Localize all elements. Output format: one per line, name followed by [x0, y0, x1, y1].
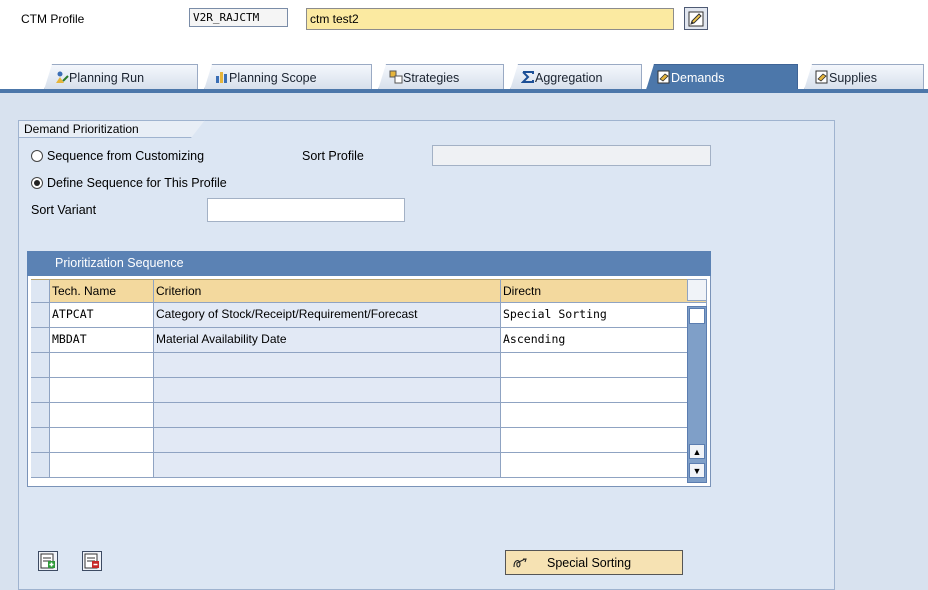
scroll-up-button[interactable]: ▲: [689, 444, 705, 459]
ctm-profile-code-field[interactable]: V2R_RAJCTM: [189, 8, 288, 27]
table-cell-criterion: [154, 428, 501, 453]
row-selector[interactable]: [31, 328, 50, 353]
delete-row-icon: [84, 553, 99, 569]
radio-define-sequence-label: Define Sequence for This Profile: [47, 176, 227, 190]
demands-icon: [657, 70, 670, 84]
table-cell-criterion: Material Availability Date: [154, 328, 501, 353]
table-cell-criterion: Category of Stock/Receipt/Requirement/Fo…: [154, 303, 501, 328]
direction-value: Special Sorting: [503, 307, 607, 321]
tab-strategies[interactable]: Strategies: [378, 64, 504, 90]
row-selector[interactable]: [31, 428, 50, 453]
column-header-criterion[interactable]: Criterion: [154, 279, 501, 303]
sort-profile-field[interactable]: [432, 145, 711, 166]
insert-row-icon: [40, 553, 55, 569]
row-selector[interactable]: [31, 453, 50, 478]
tab-demands[interactable]: Demands: [646, 64, 798, 90]
tab-planning-scope[interactable]: Planning Scope: [204, 64, 372, 90]
table-cell-tech-name[interactable]: [50, 453, 154, 478]
row-selector[interactable]: [31, 403, 50, 428]
ctm-profile-description-field[interactable]: ctm test2: [306, 8, 674, 30]
radio-sequence-customizing-label: Sequence from Customizing: [47, 149, 205, 163]
tab-supplies[interactable]: Supplies: [804, 64, 924, 90]
row-selector[interactable]: [31, 303, 50, 328]
sort-variant-field[interactable]: [207, 198, 405, 222]
table-cell-tech-name[interactable]: [50, 353, 154, 378]
tab-label: Supplies: [829, 70, 877, 85]
table-cell-criterion: [154, 378, 501, 403]
table-vertical-scrollbar[interactable]: ▲ ▼: [687, 306, 707, 483]
tab-label: Demands: [671, 70, 725, 85]
table-cell-direction[interactable]: [501, 428, 707, 453]
table-cell-direction[interactable]: [501, 378, 707, 403]
table-cell-tech-name[interactable]: [50, 378, 154, 403]
sort-variant-label: Sort Variant: [31, 203, 97, 217]
tab-label: Aggregation: [535, 70, 603, 85]
table-cell-direction[interactable]: [501, 453, 707, 478]
insert-row-button[interactable]: [38, 551, 58, 571]
tab-label: Planning Scope: [229, 70, 317, 85]
table-cell-direction[interactable]: [501, 353, 707, 378]
table-cell-criterion: [154, 403, 501, 428]
scroll-down-button[interactable]: ▼: [689, 463, 705, 478]
radio-define-sequence[interactable]: [31, 177, 43, 189]
delete-row-button[interactable]: [82, 551, 102, 571]
tab-aggregation[interactable]: Aggregation: [510, 64, 642, 90]
table-cell-direction[interactable]: [501, 403, 707, 428]
column-header-tech-name[interactable]: Tech. Name: [50, 279, 154, 303]
table-cell-direction[interactable]: Special Sorting: [501, 303, 707, 328]
strategies-icon: [389, 70, 403, 84]
ctm-profile-label: CTM Profile: [21, 12, 85, 26]
tab-planning-run[interactable]: Planning Run: [44, 64, 198, 90]
tabstrip: Planning Run Planning Scope Strategies A…: [0, 64, 928, 90]
special-sorting-icon: [513, 557, 527, 567]
table-cell-direction[interactable]: Ascending: [501, 328, 707, 353]
special-sorting-label: Special Sorting: [547, 555, 632, 570]
table-cell-criterion: [154, 453, 501, 478]
tab-label: Planning Run: [69, 70, 145, 85]
table-cell-tech-name[interactable]: ATPCAT: [50, 303, 154, 328]
column-header-direction[interactable]: Directn: [501, 279, 707, 303]
table-cell-tech-name[interactable]: MBDAT: [50, 328, 154, 353]
planning-run-icon: [56, 71, 69, 83]
direction-value: Ascending: [503, 332, 566, 346]
sort-profile-label: Sort Profile: [302, 149, 364, 163]
tab-label: Strategies: [403, 70, 460, 85]
table-cell-criterion: [154, 353, 501, 378]
column-settings-button[interactable]: [687, 279, 707, 301]
table-title: Prioritization Sequence: [27, 251, 711, 276]
table-cell-tech-name[interactable]: [50, 428, 154, 453]
row-selector[interactable]: [31, 378, 50, 403]
supplies-icon: [815, 70, 828, 84]
radio-sequence-customizing[interactable]: [31, 150, 43, 162]
sigma-icon: [521, 71, 534, 83]
table-cell-tech-name[interactable]: [50, 403, 154, 428]
select-all-cell[interactable]: [31, 279, 50, 303]
row-selector[interactable]: [31, 353, 50, 378]
planning-scope-icon: [216, 72, 227, 83]
edit-icon[interactable]: [684, 7, 708, 30]
scrollbar-thumb[interactable]: [689, 308, 705, 324]
group-title: Demand Prioritization: [18, 120, 205, 138]
special-sorting-button[interactable]: Special Sorting: [505, 550, 683, 575]
